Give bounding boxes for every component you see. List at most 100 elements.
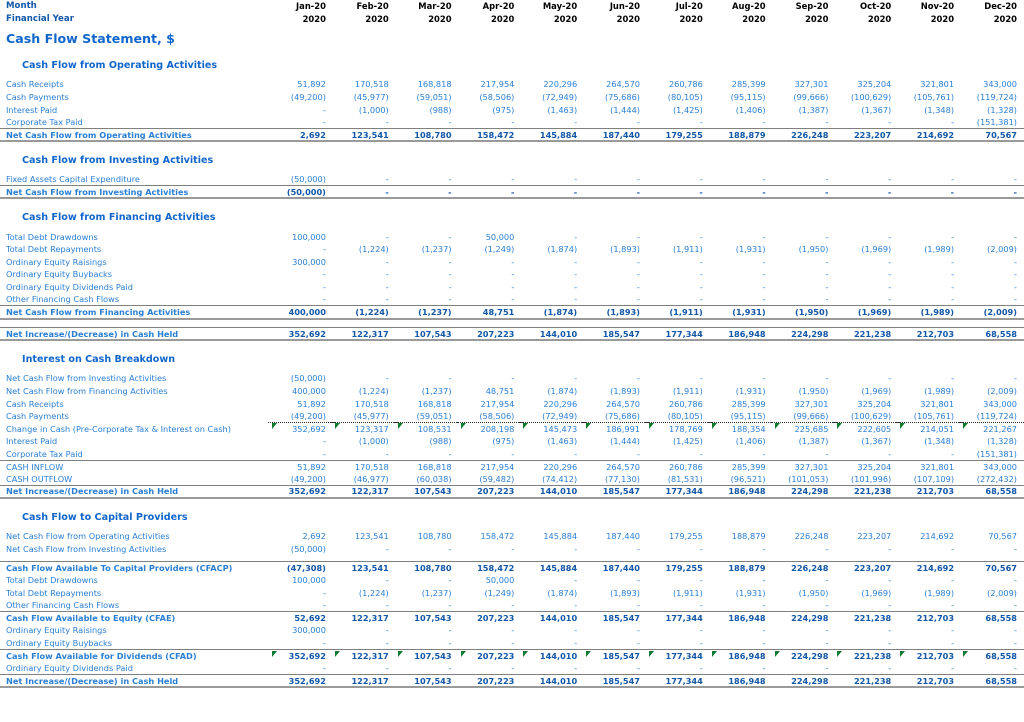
cash-outflow-row-value: (101,053) [788, 473, 829, 484]
capital-providers-equity-row-label: Ordinary Equity Raisings [6, 625, 107, 636]
operating-row-value: - [888, 117, 892, 128]
interest-breakdown-row-value: 168,818 [417, 398, 452, 409]
financing-row-value: - [951, 256, 955, 267]
cash-inflow-row-label: CASH INFLOW [6, 461, 64, 472]
capital-providers-equity-row: Ordinary Equity Raisings 300,000 - - - - - - - - -… [0, 624, 1024, 637]
interest-breakdown-row-value: 220,296 [543, 398, 578, 409]
operating-row-value: 285,399 [731, 79, 766, 90]
capital-providers-equity-row-value: - [951, 625, 955, 636]
interest-breakdown-total-row-value: 122,317 [351, 486, 389, 497]
financing-row-value: - [762, 294, 766, 305]
cfad-row: Cash Flow Available for Dividends (CFAD)… [0, 649, 1024, 662]
operating-total-row-value: 108,780 [414, 129, 452, 140]
financing-total-row-value: (1,224) [355, 306, 389, 317]
table-body: Month Jan-20 Feb-20 Mar-20 Apr-20 May-20 Jun-2… [0, 0, 1024, 688]
capital-providers-debt-row-value: (1,931) [735, 587, 766, 598]
cash-outflow-row-value: (81,531) [667, 473, 703, 484]
interest-breakdown-total-row-value: 224,298 [791, 486, 829, 497]
financing-row-value: - [385, 269, 389, 280]
capital-providers-equity-row-value: - [574, 625, 578, 636]
financing-row-value: - [951, 294, 955, 305]
net-increase-row-value: 207,223 [477, 328, 515, 339]
change-in-cash-row-value: 188,354 [707, 422, 775, 435]
net-increase-row-value: 107,543 [414, 328, 452, 339]
financing-row-value: - [825, 282, 829, 293]
financing-row-value: - [448, 269, 452, 280]
operating-row-label: Cash Payments [6, 92, 69, 103]
interest-breakdown-row-value: (988) [429, 436, 452, 447]
interest-breakdown-total-row-value: 177,344 [665, 486, 703, 497]
financing-row-value: 100,000 [292, 231, 326, 242]
section-heading-operating-text: Cash Flow from Operating Activities [22, 59, 218, 71]
financing-row-value: - [699, 256, 703, 267]
capital-providers-row-value: - [1014, 543, 1017, 554]
operating-row-value: - [699, 117, 703, 128]
financing-row-value: - [1014, 269, 1017, 280]
change-in-cash-row-value: 222,605 [833, 422, 901, 435]
financing-row-value: - [322, 244, 326, 255]
operating-row-value: (1,000) [358, 104, 389, 115]
financing-row-value: - [322, 282, 326, 293]
interest-breakdown-row-value: - [888, 373, 892, 384]
net-increase-row-value: 224,298 [791, 328, 829, 339]
financing-total-row-value: (1,874) [543, 306, 578, 317]
operating-total-row: Net Cash Flow from Operating Activities 2… [0, 128, 1024, 142]
spacer-cell [0, 141, 1024, 153]
capital-providers-debt-row-value: - [637, 575, 640, 586]
interest-breakdown-row-value: (1,931) [735, 385, 766, 396]
interest-breakdown-row-value: (119,724) [976, 411, 1017, 422]
financing-row-label: Ordinary Equity Raisings [6, 256, 107, 267]
cash-outflow-row-value: (77,130) [604, 473, 640, 484]
interest-breakdown-row-value: - [385, 448, 389, 459]
capital-providers-total-row-value: 185,547 [602, 675, 640, 686]
interest-breakdown-total-row-value: 212,703 [916, 486, 955, 497]
column-header-year: 2020 [616, 13, 640, 24]
capital-providers-debt-row: Other Financing Cash Flows - - - - - - - - - - - - [0, 599, 1024, 612]
cash-outflow-row-value: (272,432) [976, 473, 1017, 484]
financial-model-table: Month Jan-20 Feb-20 Mar-20 Apr-20 May-20 Jun-2… [0, 0, 1024, 688]
column-header-year: 2020 [365, 13, 389, 24]
capital-providers-debt-row-value: - [699, 575, 703, 586]
financing-row-value: (1,237) [421, 244, 452, 255]
interest-breakdown-row-value: (95,115) [730, 411, 766, 422]
section-heading-interest-breakdown: Interest on Cash Breakdown [0, 352, 1024, 366]
investing-row-value: - [574, 174, 578, 185]
capital-providers-debt-row-value: (1,969) [861, 587, 892, 598]
operating-row-value: - [825, 117, 829, 128]
interest-breakdown-row-value: (151,381) [976, 448, 1017, 459]
change-in-cash-row: Change in Cash (Pre-Corporate Tax & Inte… [0, 422, 1024, 435]
interest-breakdown-row-value: (72,949) [542, 411, 578, 422]
cash-inflow-row-value: 343,000 [983, 461, 1017, 472]
cash-outflow-row-value: (96,521) [730, 473, 766, 484]
capital-providers-debt-row-value: - [448, 600, 452, 611]
interest-breakdown-row-value: 48,751 [485, 385, 515, 396]
interest-breakdown-row-value: (105,761) [913, 411, 955, 422]
interest-breakdown-row-value: - [574, 448, 578, 459]
cash-inflow-row-value: 51,892 [297, 461, 326, 472]
capital-providers-debt-row-value: - [951, 600, 955, 611]
capital-providers-row-value: - [511, 543, 515, 554]
financing-row-value: (1,969) [861, 244, 892, 255]
operating-row-value: (1,444) [610, 104, 640, 115]
capital-providers-equity-row-value: - [385, 625, 389, 636]
investing-total-row-value: - [448, 186, 452, 197]
investing-total-row-value: - [573, 186, 578, 197]
dividends-paid-row-value: - [951, 663, 955, 674]
cash-outflow-row-value: (101,996) [850, 473, 892, 484]
change-in-cash-row-value: 145,473 [519, 422, 586, 435]
interest-breakdown-row-value: 400,000 [292, 385, 326, 396]
financing-row-value: - [825, 256, 829, 267]
interest-breakdown-row-value: 51,892 [297, 398, 326, 409]
operating-row-value: (975) [492, 104, 515, 115]
interest-breakdown-total-row-value: 107,543 [414, 486, 452, 497]
interest-breakdown-row-value: (59,051) [416, 411, 452, 422]
operating-row-value: (80,105) [667, 92, 703, 103]
financing-total-row-value: (1,931) [732, 306, 766, 317]
operating-row-value: - [951, 117, 955, 128]
change-in-cash-row-value: 178,769 [644, 422, 712, 435]
operating-row-value: (1,463) [547, 104, 578, 115]
financing-row-value: - [825, 294, 829, 305]
financing-row-value: - [385, 282, 389, 293]
investing-row-value: - [1014, 174, 1017, 185]
interest-breakdown-row-value: - [322, 448, 326, 459]
